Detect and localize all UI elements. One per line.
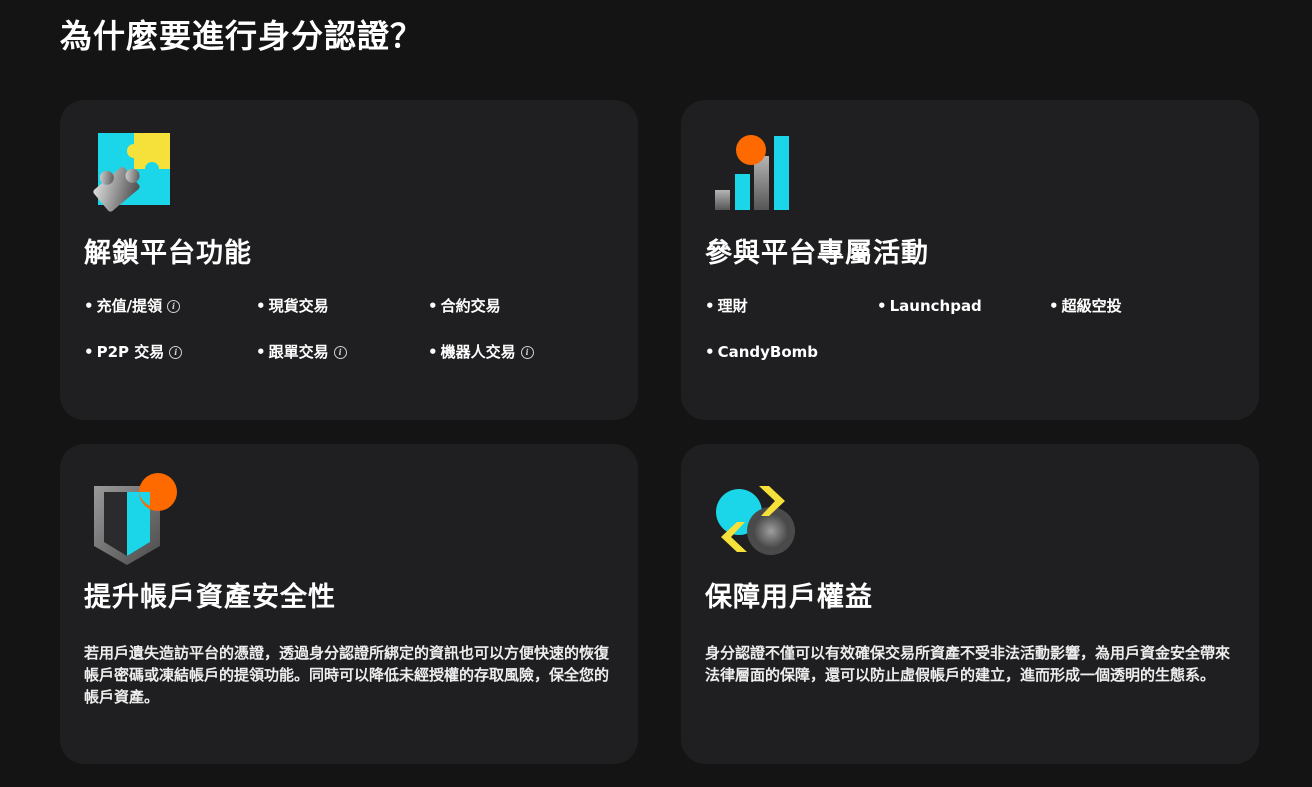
feature-candybomb: • CandyBomb [705,343,819,361]
feature-launchpad: • Launchpad [877,297,982,315]
card-description: 身分認證不僅可以有效確保交易所資產不受非法活動影響，為用戶資金安全帶來法律層面的… [705,644,1231,684]
feature-earn: • 理財 [705,297,748,315]
info-icon[interactable]: i [167,300,181,313]
feature-futures-trading: • 合約交易 [428,297,501,315]
card-title: 解鎖平台功能 [84,238,252,269]
page-title: 為什麼要進行身分認證？ [60,17,424,55]
card-title: 保障用戶權益 [705,582,873,613]
exchange-icon [716,486,795,555]
card-exclusive-events: 參與平台專屬活動 • 理財 • Launchpad • 超級空投 • CandyBomb [681,100,1259,420]
feature-list: • 理財 • Launchpad • 超級空投 • CandyBomb [705,296,1225,363]
shield-icon [94,473,177,565]
feature-list: • 充值/提領 i • 現貨交易 • 合約交易 • P2P 交易 i • 跟單交易 i • 機器人… [84,296,604,363]
info-icon[interactable]: i [333,346,347,359]
feature-deposit-withdraw: • 充值/提領 i [84,296,256,317]
card-account-security: 提升帳戶資產安全性 若用戶遺失造訪平台的憑證，透過身分認證所綁定的資訊也可以方便… [60,444,638,764]
card-description: 若用戶遺失造訪平台的憑證，透過身分認證所綁定的資訊也可以方便快速的恢復帳戶密碼或… [84,644,610,706]
feature-super-airdrop: • 超級空投 [1049,297,1122,315]
card-unlock-features: 解鎖平台功能 • 充值/提領 i • 現貨交易 • 合約交易 • P2P 交易 i • 跟單交… [60,100,638,420]
puzzle-icon [93,133,170,212]
feature-p2p-trading: • P2P 交易 i [84,342,256,363]
bar-chart-icon [715,135,789,210]
info-icon[interactable]: i [520,346,534,359]
feature-copy-trading: • 跟單交易 i [256,342,428,363]
feature-spot-trading: • 現貨交易 [256,297,329,315]
card-title: 提升帳戶資產安全性 [84,582,336,613]
info-icon[interactable]: i [169,346,183,359]
card-title: 參與平台專屬活動 [705,238,929,269]
card-user-rights: 保障用戶權益 身分認證不僅可以有效確保交易所資產不受非法活動影響，為用戶資金安全… [681,444,1259,764]
feature-bot-trading: • 機器人交易 i [428,342,600,363]
